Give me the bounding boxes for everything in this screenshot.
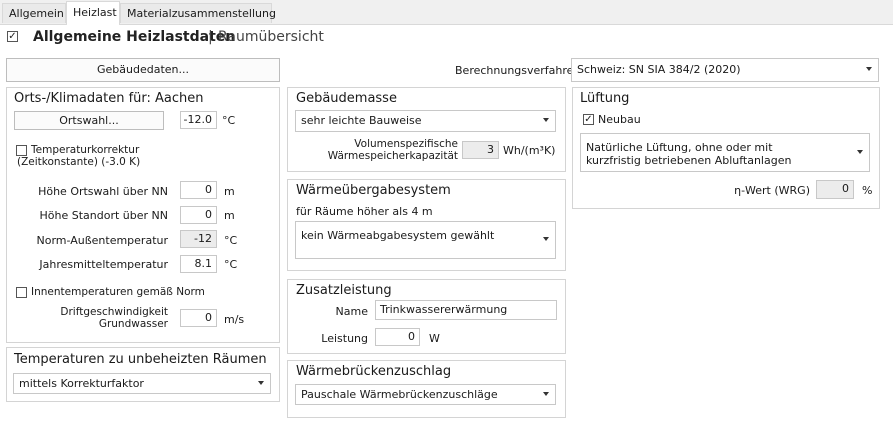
drift-label: Driftgeschwindigkeit <box>60 306 168 318</box>
gebaeudemasse-dropdown[interactable]: sehr leichte Bauweise <box>295 110 556 132</box>
zusatz-leistung-unit: W <box>429 332 440 345</box>
drift-label-2: Grundwasser <box>98 318 168 330</box>
kapazitaet-unit: Wh/(m³K) <box>503 144 556 157</box>
raumuebersicht-link[interactable]: Raumübersicht <box>218 29 324 45</box>
kapazitaet-field: 3 <box>462 141 499 159</box>
lueftung-dropdown[interactable]: Natürliche Lüftung, ohne oder mit kurzfr… <box>580 133 870 172</box>
waermeuebergabe-title: Wärmeübergabesystem <box>296 183 451 198</box>
hoehe-standort-unit: m <box>224 209 235 222</box>
jahresmitteltemperatur-field[interactable]: 8.1 <box>180 255 217 273</box>
temperaturkorrektur-label: Temperaturkorrektur <box>31 144 140 156</box>
kapazitaet-label-2: Wärmespeicherkapazität <box>327 150 458 162</box>
chevron-down-icon <box>543 237 549 241</box>
ortswahl-button[interactable]: Ortswahl... <box>14 111 164 130</box>
innentemperaturen-checkbox[interactable] <box>16 287 27 298</box>
zusatz-name-label: Name <box>335 305 368 318</box>
chevron-down-icon <box>258 380 264 385</box>
chevron-down-icon <box>866 67 872 71</box>
berechnungsverfahren-value: Schweiz: SN SIA 384/2 (2020) <box>577 63 741 76</box>
tab-heizlast[interactable]: Heizlast <box>66 1 120 25</box>
neubau-label: Neubau <box>598 113 641 126</box>
klimadaten-title: Orts-/Klimadaten für: Aachen <box>14 91 204 106</box>
zusatz-leistung-label: Leistung <box>321 332 368 345</box>
tab-bar: Allgemein Heizlast Materialzusammenstell… <box>0 0 893 25</box>
berechnungsverfahren-label: Berechnungsverfahren <box>455 64 581 77</box>
eta-field: 0 <box>816 180 854 199</box>
jahresmitteltemperatur-label: Jahresmitteltemperatur <box>39 258 168 271</box>
unbeheizt-dropdown[interactable]: mittels Korrekturfaktor <box>13 373 271 394</box>
temperaturkorrektur-checkbox[interactable] <box>16 145 27 156</box>
zusatzleistung-title: Zusatzleistung <box>296 283 392 298</box>
drift-unit: m/s <box>224 313 245 326</box>
waermebruecken-value: Pauschale Wärmebrückenzuschläge <box>301 388 498 401</box>
drift-field[interactable]: 0 <box>180 309 217 327</box>
lueftung-title: Lüftung <box>580 91 630 106</box>
chevron-down-icon <box>857 149 863 154</box>
waermebruecken-dropdown[interactable]: Pauschale Wärmebrückenzuschläge <box>295 384 556 405</box>
lueftung-value: Natürliche Lüftung, ohne oder mit <box>586 141 773 154</box>
title-separator: | <box>208 29 213 45</box>
hoehe-standort-label: Höhe Standort über NN <box>39 209 169 222</box>
norm-aussentemperatur-field: -12 <box>180 230 217 248</box>
jahresmitteltemperatur-unit: °C <box>224 258 238 271</box>
ortswahl-temperature-field[interactable]: -12.0 <box>180 111 217 129</box>
waermeuebergabe-value: kein Wärmeabgabesystem gewählt <box>301 229 495 242</box>
heizlastdaten-checkbox[interactable]: ✓ <box>7 31 18 42</box>
gebaeudemasse-value: sehr leichte Bauweise <box>301 114 422 127</box>
hoehe-ortswahl-unit: m <box>224 185 235 198</box>
eta-unit: % <box>862 184 873 197</box>
innentemperaturen-label: Innentemperaturen gemäß Norm <box>31 286 205 298</box>
hoehe-standort-field[interactable]: 0 <box>180 206 217 224</box>
hoehe-ortswahl-field[interactable]: 0 <box>180 181 217 199</box>
eta-label: η-Wert (WRG) <box>734 184 810 197</box>
unbeheizt-title: Temperaturen zu unbeheizten Räumen <box>14 352 267 367</box>
temperaturkorrektur-label-2: (Zeitkonstante) (-3.0 K) <box>17 156 141 168</box>
tab-allgemein[interactable]: Allgemein <box>2 3 66 23</box>
norm-aussentemperatur-label: Norm-Außentemperatur <box>36 234 168 247</box>
gebaeudemasse-title: Gebäudemasse <box>296 91 397 106</box>
page-title: Allgemeine Heizlastdaten <box>33 29 236 45</box>
norm-aussentemperatur-unit: °C <box>224 234 238 247</box>
zusatz-leistung-field[interactable]: 0 <box>375 328 420 346</box>
berechnungsverfahren-dropdown[interactable]: Schweiz: SN SIA 384/2 (2020) <box>571 58 879 82</box>
zusatz-name-field[interactable]: Trinkwassererwärmung <box>375 300 557 320</box>
waermebruecken-title: Wärmebrückenzuschlag <box>296 364 452 379</box>
chevron-down-icon <box>543 118 549 122</box>
waermeuebergabe-subtitle: für Räume höher als 4 m <box>296 205 433 218</box>
tab-materialzusammenstellung[interactable]: Materialzusammenstellung <box>120 3 276 23</box>
gebaeudedaten-button[interactable]: Gebäudedaten... <box>6 58 280 82</box>
ortswahl-unit: °C <box>222 114 236 127</box>
lueftung-value-2: kurzfristig betriebenen Abluftanlagen <box>586 154 792 167</box>
waermeuebergabe-dropdown[interactable]: kein Wärmeabgabesystem gewählt <box>295 221 556 259</box>
unbeheizt-value: mittels Korrekturfaktor <box>19 377 144 390</box>
hoehe-ortswahl-label: Höhe Ortswahl über NN <box>38 185 168 198</box>
chevron-down-icon <box>543 391 549 396</box>
neubau-checkbox[interactable]: ✓ <box>583 114 594 125</box>
kapazitaet-label: Volumenspezifische <box>354 138 458 150</box>
